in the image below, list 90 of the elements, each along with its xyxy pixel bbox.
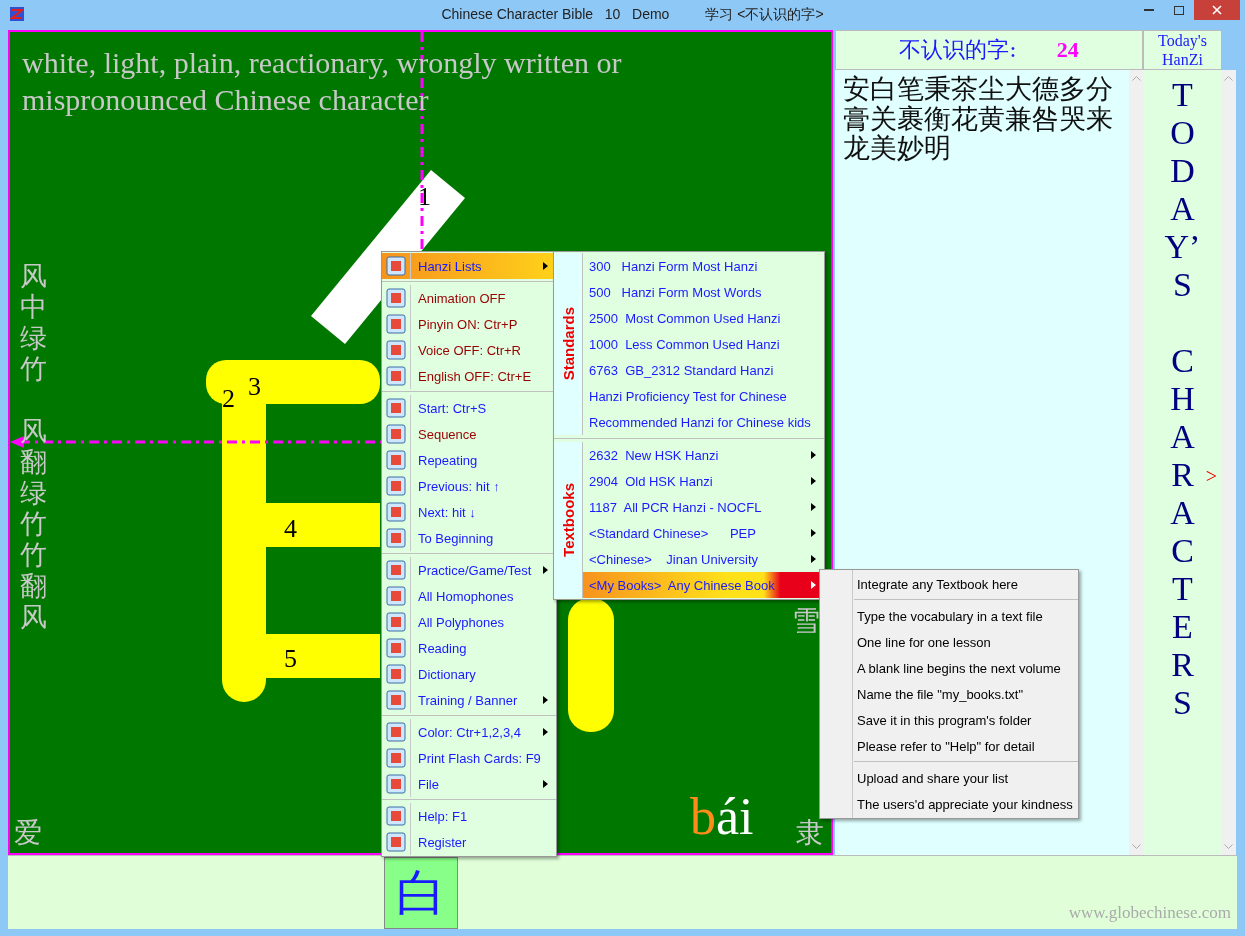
character-count: 24 bbox=[1056, 37, 1079, 63]
menu-item[interactable]: All Polyphones bbox=[382, 609, 556, 635]
side-phrase: 风翻绿竹竹翻风 bbox=[20, 415, 47, 633]
tile-icon bbox=[386, 690, 406, 710]
chevron-down-icon bbox=[1224, 844, 1233, 849]
menu-item[interactable]: Color: Ctr+1,2,3,4 bbox=[382, 719, 556, 745]
scrollbar[interactable] bbox=[1221, 70, 1236, 855]
stroke-number: 2 bbox=[222, 384, 235, 414]
tile-icon bbox=[386, 340, 406, 360]
menu-item[interactable]: Print Flash Cards: F9 bbox=[382, 745, 556, 771]
tile-icon bbox=[386, 832, 406, 852]
menu-item[interactable]: Animation OFF bbox=[382, 285, 556, 311]
menu-item[interactable]: Practice/Game/Test bbox=[382, 557, 556, 583]
tile-icon bbox=[386, 586, 406, 606]
tile-icon bbox=[386, 774, 406, 794]
scrollbar[interactable] bbox=[1129, 70, 1144, 855]
menu-item[interactable]: Voice OFF: Ctr+R bbox=[382, 337, 556, 363]
tile-icon bbox=[386, 424, 406, 444]
menu-item[interactable]: 1000 Less Common Used Hanzi bbox=[583, 331, 824, 357]
menu-item[interactable]: Next: hit ↓ bbox=[382, 499, 556, 525]
pinyin: bái bbox=[690, 787, 754, 846]
stroke-number: 1 bbox=[418, 182, 431, 212]
tile-icon bbox=[386, 560, 406, 580]
menu-item[interactable]: To Beginning bbox=[382, 525, 556, 551]
next-marker[interactable]: > bbox=[1205, 465, 1217, 488]
tile-icon bbox=[386, 612, 406, 632]
tile-icon bbox=[386, 476, 406, 496]
menu-item[interactable]: Hanzi Lists bbox=[382, 253, 556, 279]
tile-icon bbox=[386, 398, 406, 418]
menu-item[interactable]: Previous: hit ↑ bbox=[382, 473, 556, 499]
window-title: Chinese Character Bible 10 Demo bbox=[441, 6, 670, 24]
menu-item[interactable]: English OFF: Ctr+E bbox=[382, 363, 556, 389]
english-meaning: white, light, plain, reactionary, wrongly written or mispronounced Chinese character bbox=[22, 45, 623, 118]
minimize-icon bbox=[1144, 9, 1154, 11]
menu-item[interactable]: <Standard Chinese> PEP bbox=[583, 520, 824, 546]
menu-item[interactable]: Help: F1 bbox=[382, 803, 556, 829]
tile-icon bbox=[386, 366, 406, 386]
stroke-number: 5 bbox=[284, 644, 297, 674]
window-subtitle: 学习 <不认识的字> bbox=[705, 6, 824, 24]
side-phrase: 风中绿竹 bbox=[20, 260, 47, 385]
menu-item[interactable]: Repeating bbox=[382, 447, 556, 473]
chevron-up-icon bbox=[1224, 76, 1233, 81]
menu-item[interactable]: Dictionary bbox=[382, 661, 556, 687]
menu-item[interactable]: Sequence bbox=[382, 421, 556, 447]
tile-icon bbox=[386, 806, 406, 826]
maximize-icon bbox=[1174, 5, 1184, 15]
stroke-number: 4 bbox=[284, 514, 297, 544]
menu-item[interactable]: 2904 Old HSK Hanzi bbox=[583, 468, 824, 494]
menu-item[interactable]: 2632 New HSK Hanzi bbox=[583, 442, 824, 468]
menu-item[interactable]: Hanzi Proficiency Test for Chinese bbox=[583, 383, 824, 409]
chevron-up-icon bbox=[1132, 76, 1141, 81]
tile-icon bbox=[386, 664, 406, 684]
menu-item[interactable]: File bbox=[382, 771, 556, 797]
menu-item[interactable]: Register bbox=[382, 829, 556, 855]
tile-icon bbox=[386, 256, 406, 276]
menu-item[interactable]: 300 Hanzi Form Most Hanzi bbox=[583, 253, 824, 279]
app-icon bbox=[10, 7, 24, 21]
tile-icon bbox=[386, 502, 406, 522]
vertical-word: CHARACTERS bbox=[1169, 342, 1196, 722]
tile-icon bbox=[386, 528, 406, 548]
tile-icon bbox=[386, 748, 406, 768]
close-icon bbox=[1212, 5, 1222, 15]
tile-icon bbox=[386, 288, 406, 308]
side-character: 雪 bbox=[792, 603, 820, 639]
vertical-word: TODAY’S bbox=[1163, 76, 1202, 304]
stroke-number: 3 bbox=[248, 372, 261, 402]
menu-item[interactable]: 500 Hanzi Form Most Words bbox=[583, 279, 824, 305]
menu-item[interactable]: Pinyin ON: Ctr+P bbox=[382, 311, 556, 337]
menu-item[interactable]: Training / Banner bbox=[382, 687, 556, 713]
menu-item[interactable]: 6763 GB_2312 Standard Hanzi bbox=[583, 357, 824, 383]
menu-item[interactable]: Recommended Hanzi for Chinese kids bbox=[583, 409, 824, 435]
tile-icon bbox=[386, 450, 406, 470]
corner-character: 隶 bbox=[796, 815, 824, 851]
chevron-down-icon bbox=[1132, 844, 1141, 849]
menu-item[interactable]: Start: Ctr+S bbox=[382, 395, 556, 421]
menu-item[interactable]: 1187 All PCR Hanzi - NOCFL bbox=[583, 494, 824, 520]
menu-item[interactable]: All Homophones bbox=[382, 583, 556, 609]
menu-item[interactable]: <Chinese> Jinan University bbox=[583, 546, 824, 572]
section-label: Standards bbox=[559, 307, 577, 381]
tile-icon bbox=[386, 722, 406, 742]
tile-icon bbox=[386, 638, 406, 658]
menu-item[interactable]: Reading bbox=[382, 635, 556, 661]
menu-item[interactable]: 2500 Most Common Used Hanzi bbox=[583, 305, 824, 331]
header-label: 不认识的字: bbox=[899, 36, 1017, 64]
tile-icon bbox=[386, 314, 406, 334]
section-label: Textbooks bbox=[559, 483, 577, 557]
current-character-tile: 白 bbox=[384, 857, 458, 929]
website-url: www.globechinese.com bbox=[1068, 903, 1231, 923]
corner-character: 爱 bbox=[14, 815, 42, 851]
today-heading: Today's HanZi bbox=[1143, 30, 1222, 70]
